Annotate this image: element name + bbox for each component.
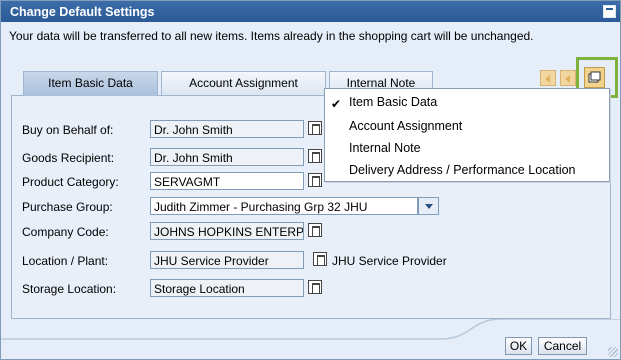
location-plant-description: JHU Service Provider [332, 254, 447, 268]
storage-location-label: Storage Location: [22, 282, 117, 296]
tab-item-basic-data[interactable]: Item Basic Data [23, 71, 158, 96]
location-plant-field[interactable]: JHU Service Provider [150, 251, 304, 269]
cancel-button[interactable]: Cancel [538, 337, 587, 355]
purchase-group-select[interactable]: Judith Zimmer - Purchasing Grp 32 JHU [150, 197, 418, 215]
company-code-field[interactable]: JOHNS HOPKINS ENTERPI [150, 222, 304, 240]
chevron-down-icon[interactable] [418, 197, 439, 215]
ok-button[interactable]: OK [505, 337, 532, 355]
menu-item-delivery-address[interactable]: Delivery Address / Performance Location [349, 163, 576, 177]
menu-item-basic-data[interactable]: Item Basic Data [349, 95, 437, 109]
info-message: Your data will be transferred to all new… [9, 29, 534, 43]
value-help-icon[interactable] [313, 252, 327, 266]
tab-list-menu: ✔ Item Basic Data Account Assignment Int… [324, 88, 610, 182]
buy-on-behalf-label: Buy on Behalf of: [22, 123, 114, 137]
dialog-title: Change Default Settings [10, 5, 155, 19]
product-category-field[interactable]: SERVAGMT [150, 172, 304, 190]
value-help-icon[interactable] [308, 173, 322, 187]
value-help-icon[interactable] [308, 121, 322, 135]
previous-tab-icon[interactable] [560, 70, 576, 86]
goods-recipient-label: Goods Recipient: [22, 151, 115, 165]
tab-account-assignment[interactable]: Account Assignment [161, 71, 326, 95]
change-default-settings-dialog: Change Default Settings Your data will b… [0, 0, 621, 360]
menu-item-account-assignment[interactable]: Account Assignment [349, 119, 462, 133]
checkmark-icon: ✔ [331, 97, 342, 111]
resize-grip-icon[interactable] [608, 347, 618, 357]
value-help-icon[interactable] [308, 149, 322, 163]
menu-item-internal-note[interactable]: Internal Note [349, 141, 421, 155]
goods-recipient-field[interactable]: Dr. John Smith [150, 148, 304, 166]
minimize-icon[interactable] [603, 5, 616, 18]
buy-on-behalf-field[interactable]: Dr. John Smith [150, 120, 304, 138]
storage-location-field[interactable]: Storage Location [150, 279, 304, 297]
purchase-group-label: Purchase Group: [22, 200, 113, 214]
first-tab-icon[interactable] [540, 70, 556, 86]
value-help-icon[interactable] [308, 223, 322, 237]
company-code-label: Company Code: [22, 225, 109, 239]
product-category-label: Product Category: [22, 175, 119, 189]
title-bar: Change Default Settings [1, 1, 620, 22]
location-plant-label: Location / Plant: [22, 254, 109, 268]
value-help-icon[interactable] [308, 280, 322, 294]
